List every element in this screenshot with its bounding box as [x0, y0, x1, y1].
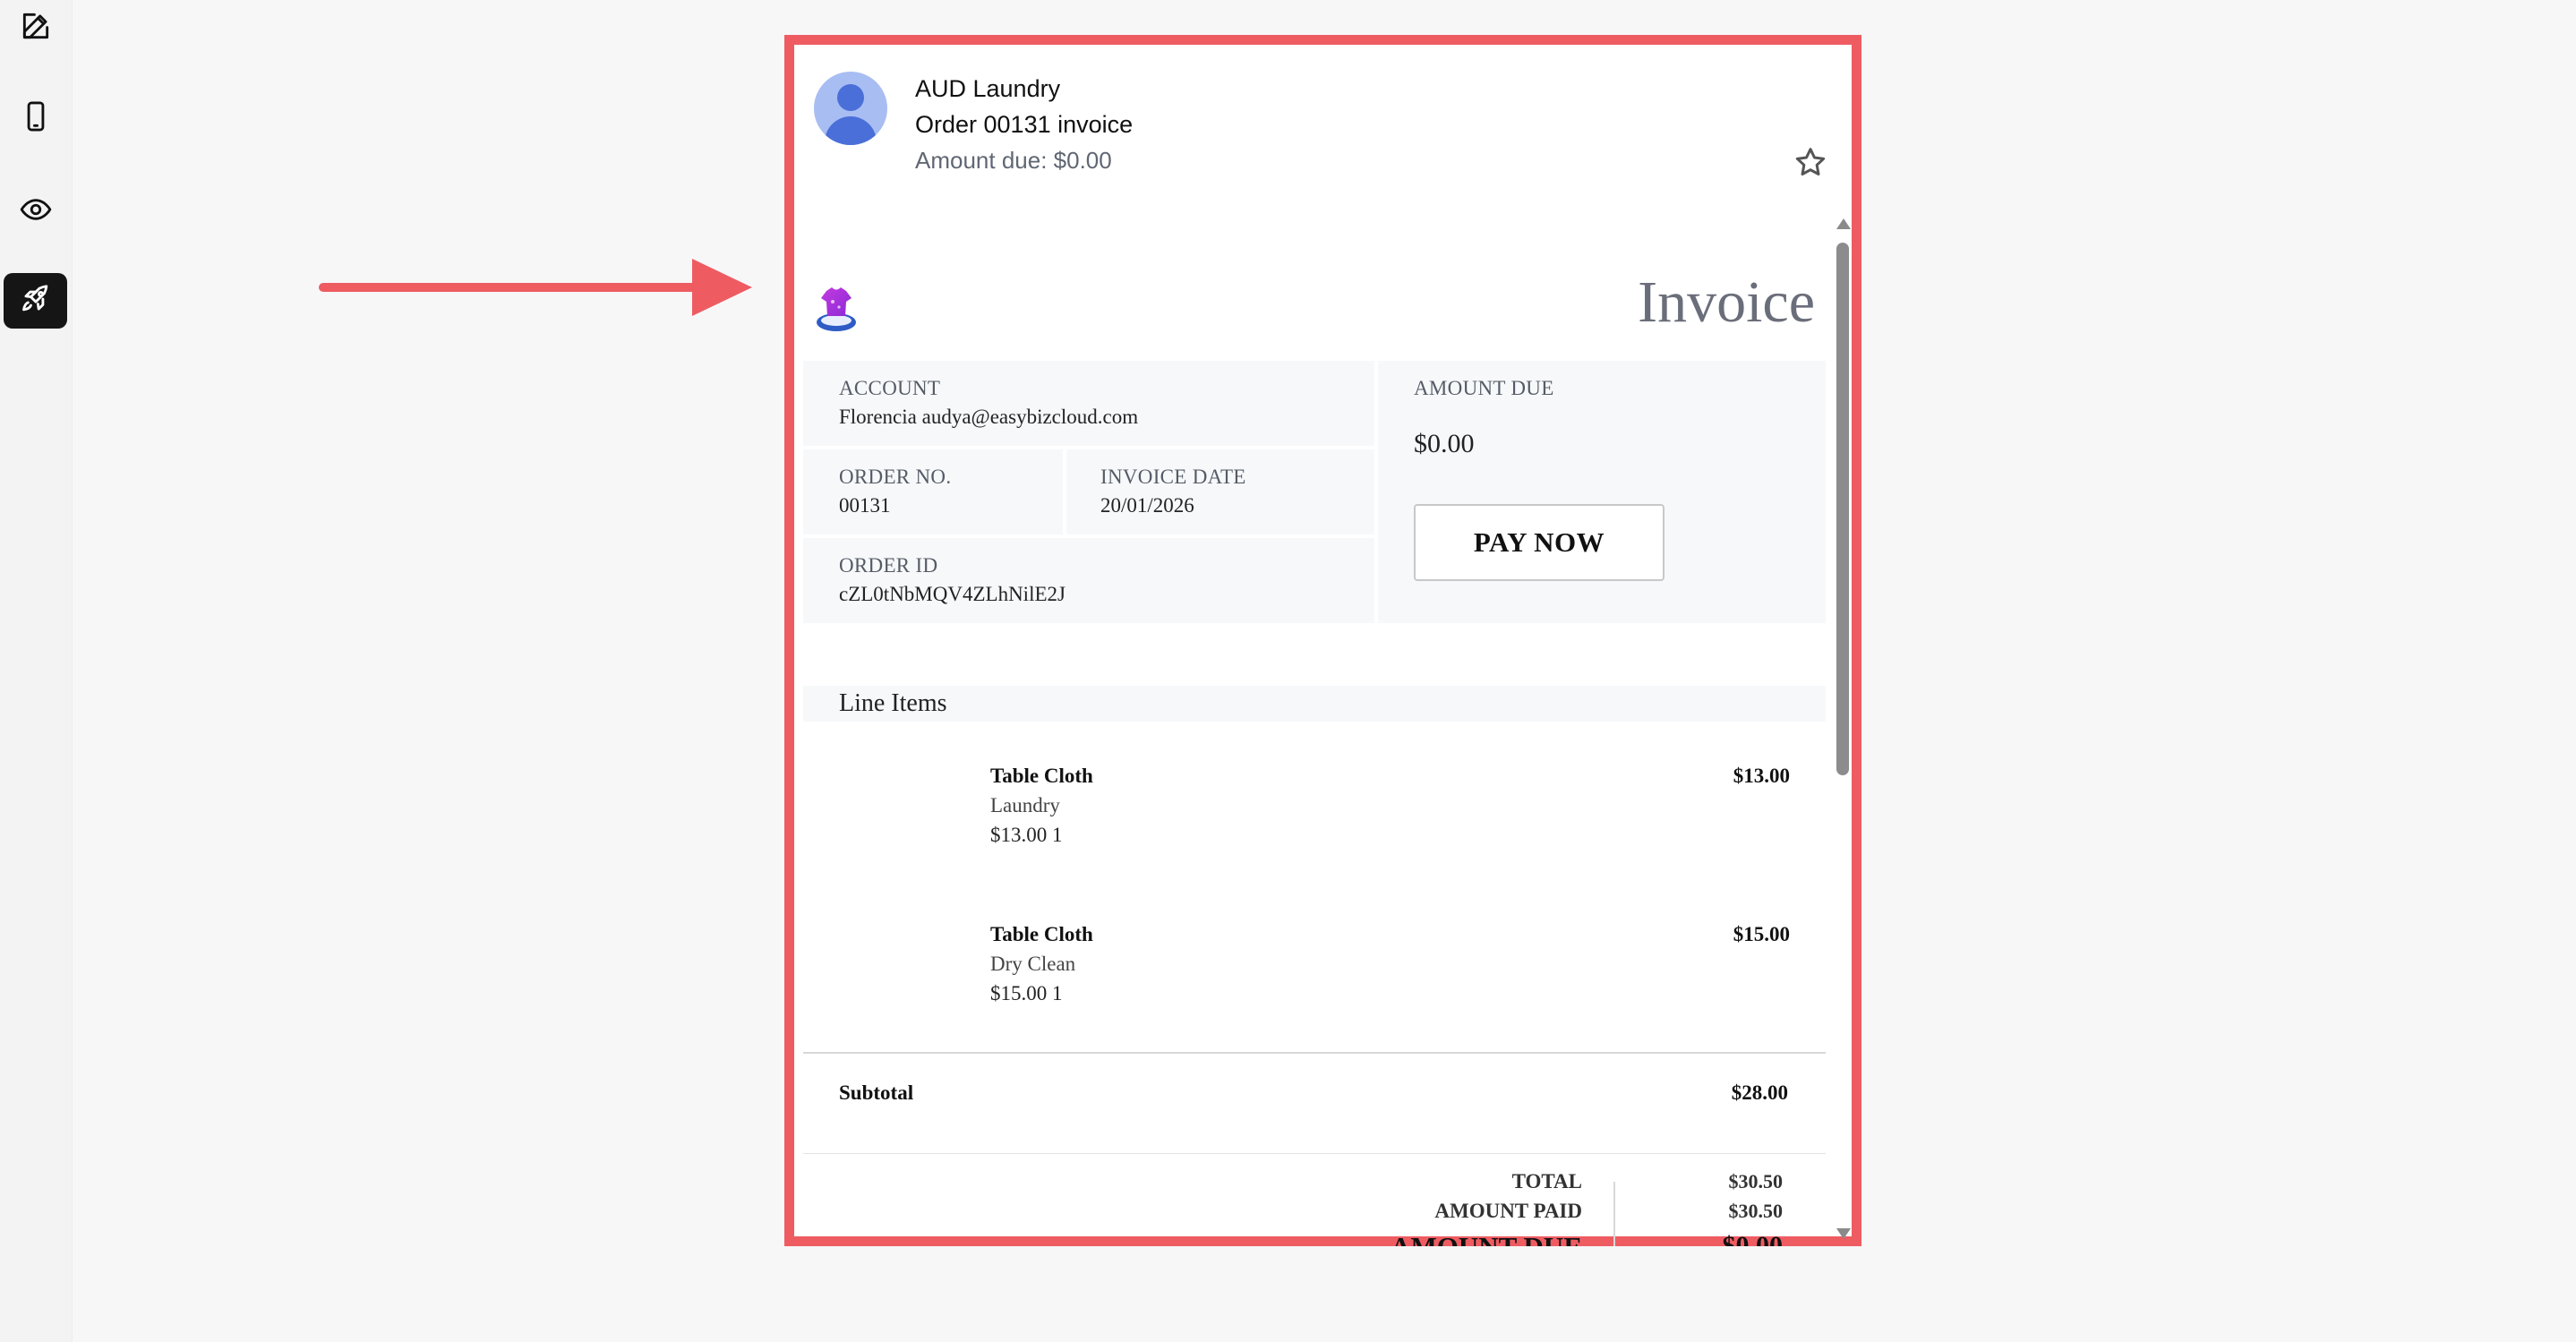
- star-button[interactable]: [1793, 145, 1828, 181]
- subtotal-label: Subtotal: [839, 1081, 914, 1104]
- edit-icon: [19, 9, 53, 47]
- order-id-label: ORDER ID: [839, 554, 938, 577]
- item-price-qty: $15.00 1: [990, 982, 1063, 1004]
- invoice-date-label: INVOICE DATE: [1100, 466, 1246, 488]
- item-service: Dry Clean: [990, 953, 1076, 975]
- account-label: ACCOUNT: [839, 377, 941, 399]
- item-price-qty: $13.00 1: [990, 824, 1063, 846]
- order-no-label: ORDER NO.: [839, 466, 952, 488]
- invoice-preview-frame: AUD Laundry Order 00131 invoice Amount d…: [784, 35, 1861, 1246]
- final-amount-due-label: AMOUNT DUE: [1391, 1231, 1582, 1246]
- order-id-value: cZL0tNbMQV4ZLhNilE2J: [839, 583, 1065, 605]
- scrollbar[interactable]: [1834, 215, 1852, 1246]
- amount-paid-value: $30.50: [1728, 1200, 1784, 1222]
- preview-button[interactable]: [4, 184, 67, 239]
- item-name: Table Cloth: [990, 923, 1093, 945]
- left-sidebar: [0, 0, 73, 1342]
- avatar: [814, 72, 887, 145]
- amount-due-label: AMOUNT DUE: [1414, 377, 1554, 399]
- list-item: Table Cloth Laundry $13.00 1 $13.00: [803, 765, 1826, 872]
- amount-due-value: $0.00: [1414, 429, 1475, 458]
- business-name: AUD Laundry: [915, 75, 1061, 102]
- order-no-cell: ORDER NO. 00131: [803, 449, 1063, 534]
- account-cell: ACCOUNT Florencia audya@easybizcloud.com: [803, 361, 1374, 446]
- list-item: Table Cloth Dry Clean $15.00 1 $15.00: [803, 923, 1826, 1030]
- eye-icon: [19, 192, 53, 231]
- item-name: Table Cloth: [990, 765, 1093, 787]
- rocket-icon: [19, 282, 53, 321]
- scroll-down-icon[interactable]: [1836, 1228, 1851, 1239]
- total-label: TOTAL: [1511, 1170, 1582, 1192]
- invoice-date-value: 20/01/2026: [1100, 494, 1194, 517]
- divider: [803, 1052, 1826, 1054]
- amount-due-summary: Amount due: $0.00: [915, 147, 1112, 174]
- line-items-label: Line Items: [839, 689, 947, 717]
- mobile-icon: [19, 99, 53, 138]
- subtotal-value: $28.00: [1731, 1081, 1788, 1104]
- totals-divider: [1613, 1182, 1615, 1246]
- scrollbar-thumb[interactable]: [1836, 243, 1849, 775]
- scroll-up-icon[interactable]: [1836, 218, 1851, 229]
- invoice-heading: Invoice: [1638, 269, 1815, 335]
- order-no-value: 00131: [839, 494, 891, 517]
- account-value: Florencia audya@easybizcloud.com: [839, 406, 1139, 428]
- item-amount: $13.00: [1733, 765, 1790, 787]
- total-value: $30.50: [1728, 1170, 1784, 1192]
- divider: [803, 1153, 1826, 1154]
- invoice-info-grid: ACCOUNT Florencia audya@easybizcloud.com…: [803, 361, 1826, 629]
- order-title: Order 00131 invoice: [915, 111, 1134, 138]
- invoice-body[interactable]: Invoice ACCOUNT Florencia audya@easybizc…: [794, 215, 1833, 1246]
- laundry-logo-icon: [817, 287, 856, 331]
- publish-button[interactable]: [4, 273, 67, 329]
- edit-button[interactable]: [4, 0, 67, 56]
- amount-paid-label: AMOUNT PAID: [1434, 1200, 1582, 1222]
- invoice-date-cell: INVOICE DATE 20/01/2026: [1066, 449, 1374, 534]
- line-items-header: Line Items: [803, 686, 1826, 722]
- item-amount: $15.00: [1733, 923, 1790, 945]
- order-id-cell: ORDER ID cZL0tNbMQV4ZLhNilE2J: [803, 538, 1374, 623]
- star-icon: [1795, 148, 1826, 175]
- mobile-preview-button[interactable]: [4, 90, 67, 146]
- amount-due-cell: AMOUNT DUE $0.00 PAY NOW: [1378, 361, 1826, 623]
- final-amount-due-value: $0.00: [1722, 1231, 1784, 1246]
- item-service: Laundry: [990, 794, 1060, 816]
- email-header: AUD Laundry Order 00131 invoice Amount d…: [794, 45, 1852, 215]
- annotation-arrow: [319, 259, 752, 316]
- pay-now-button[interactable]: PAY NOW: [1414, 504, 1665, 581]
